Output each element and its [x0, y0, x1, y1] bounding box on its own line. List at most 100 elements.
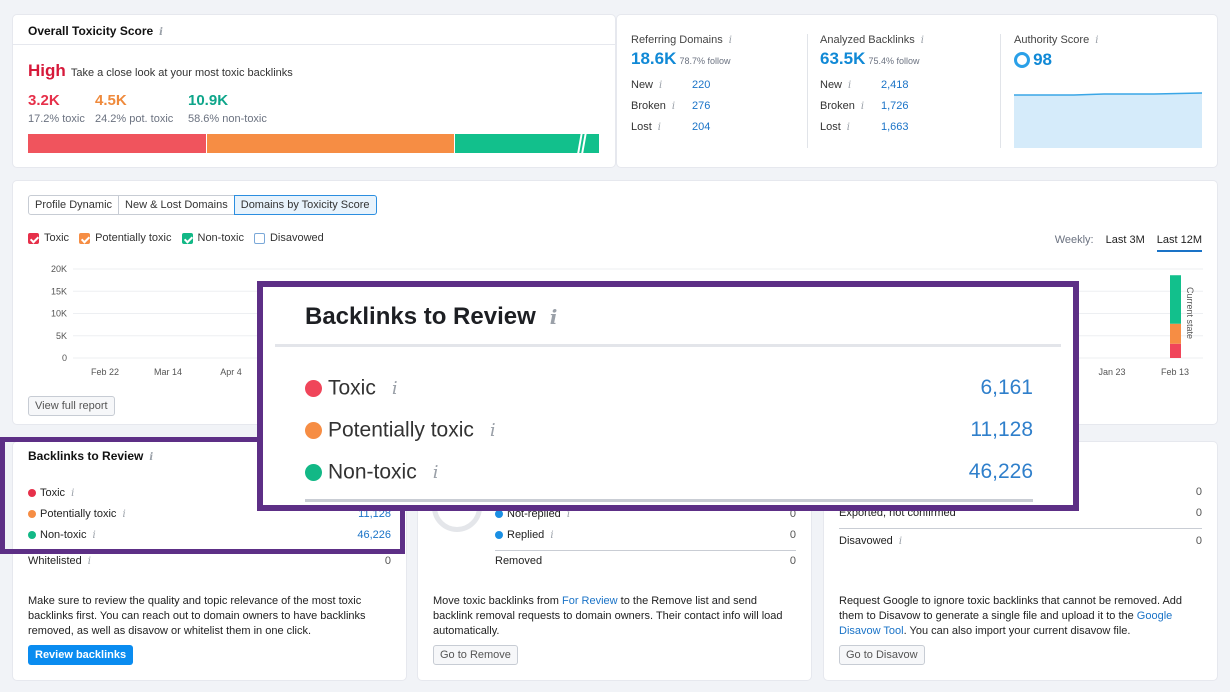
toxicity-card: Overall Toxicity Score i High Take a clos… — [13, 15, 615, 167]
y-tick-label: 15K — [51, 286, 67, 296]
view-full-report-button[interactable]: View full report — [28, 396, 115, 416]
checkbox-icon[interactable] — [79, 232, 91, 244]
checkbox-icon[interactable] — [28, 232, 39, 244]
tab-new-lost-domains[interactable]: New & Lost Domains — [118, 195, 235, 215]
status-dot — [495, 510, 503, 519]
info-icon[interactable]: i — [659, 80, 662, 91]
info-icon[interactable]: i — [921, 35, 924, 46]
current-state-label: Current state — [1185, 287, 1195, 339]
disavow-description: Request Google to ignore toxic backlinks… — [839, 595, 1183, 637]
referring-lost-row: Lost i 204 — [631, 121, 711, 133]
x-tick-label: Feb 22 — [91, 367, 119, 377]
y-tick-label: 5K — [56, 331, 67, 341]
info-icon[interactable]: i — [550, 305, 558, 329]
current-state-bar-potentially-toxic[interactable] — [1170, 323, 1181, 344]
authority-trend-chart — [1014, 92, 1202, 148]
toxicity-bar-toxic — [28, 134, 206, 153]
analyzed-new-value[interactable]: 2,418 — [881, 79, 909, 91]
chart-legend: Toxic Potentially toxic Non-toxic Disavowed — [28, 232, 324, 244]
info-icon[interactable]: i — [1095, 35, 1098, 46]
x-tick-label: Jan 23 — [1098, 367, 1125, 377]
whitelisted-row: Whitelisted i 0 — [28, 555, 391, 567]
toxicity-title: Overall Toxicity Score i — [28, 24, 163, 38]
go-to-remove-button[interactable]: Go to Remove — [433, 645, 518, 665]
metrics-card: Referring Domains i 18.6K 78.7% follow Ne… — [617, 15, 1217, 167]
info-icon[interactable]: i — [490, 420, 496, 441]
zoom-callout: Backlinks to Review i Toxic i 6,161 Potentia… — [257, 281, 1079, 511]
toxicity-bar — [28, 134, 599, 153]
analyzed-backlinks-value[interactable]: 63.5K — [820, 49, 865, 68]
zoom-row-non-toxic: Non-toxic i 46,226 — [305, 460, 1033, 484]
removed-row: Removed 0 — [495, 555, 796, 567]
info-icon[interactable]: i — [848, 80, 851, 91]
legend-disavowed[interactable]: Disavowed — [253, 232, 324, 244]
current-state-bar-toxic[interactable] — [1170, 343, 1181, 358]
go-to-disavow-button[interactable]: Go to Disavow — [839, 645, 925, 665]
info-icon[interactable]: i — [88, 556, 91, 567]
analyzed-lost-row: Lost i 1,663 — [820, 121, 909, 133]
review-description: Make sure to review the quality and topi… — [28, 595, 366, 637]
authority-score-value: 98 — [1033, 50, 1052, 69]
x-tick-label: Apr 4 — [220, 367, 242, 377]
current-state-bar-non-toxic[interactable] — [1170, 275, 1181, 324]
status-dot — [495, 531, 503, 540]
toxicity-description: Take a close look at your most toxic bac… — [70, 67, 293, 79]
info-icon[interactable]: i — [550, 530, 553, 541]
authority-score: Authority Score i 98 — [1014, 34, 1204, 148]
period-selector: Weekly: Last 3M Last 12M — [1055, 234, 1202, 252]
info-icon[interactable]: i — [899, 536, 902, 547]
legend-potentially-toxic[interactable]: Potentially toxic — [79, 232, 172, 244]
y-tick-label: 10K — [51, 309, 67, 319]
info-icon[interactable]: i — [392, 378, 398, 399]
zoom-row-toxic: Toxic i 6,161 — [305, 376, 1033, 400]
tab-bar: Profile Dynamic New & Lost Domains Domains… — [28, 195, 377, 215]
analyzed-backlinks: Analyzed Backlinks i 63.5K 75.4% follow N… — [820, 34, 995, 133]
info-icon[interactable]: i — [847, 122, 850, 133]
analyzed-lost-value[interactable]: 1,663 — [881, 121, 909, 133]
referring-new-value[interactable]: 220 — [692, 79, 710, 91]
info-icon[interactable]: i — [672, 101, 675, 112]
status-dot — [305, 421, 322, 439]
info-icon[interactable]: i — [658, 122, 661, 133]
toxic-stat: 3.2K 17.2% toxic — [28, 92, 85, 125]
legend-toxic[interactable]: Toxic — [28, 232, 69, 244]
zoom-title: Backlinks to Review i — [305, 303, 558, 330]
tab-domains-by-toxicity-score[interactable]: Domains by Toxicity Score — [233, 195, 377, 215]
toxicity-level: High — [28, 61, 66, 80]
x-tick-label: Feb 13 — [1161, 367, 1189, 377]
period-last-3m[interactable]: Last 3M — [1106, 234, 1145, 252]
analyzed-broken-row: Broken i 1,726 — [820, 100, 909, 112]
for-review-link[interactable]: For Review — [562, 595, 618, 607]
remove-description: Move toxic backlinks from For Review to … — [433, 595, 783, 637]
disavowed-row: Disavowed i 0 — [839, 535, 1202, 547]
referring-new-row: New i 220 — [631, 79, 711, 91]
info-icon[interactable]: i — [159, 27, 163, 38]
toxicity-bar-potentially-toxic — [205, 134, 455, 153]
zoom-row-potentially-toxic: Potentially toxic i 11,128 — [305, 418, 1033, 442]
legend-non-toxic[interactable]: Non-toxic — [181, 232, 244, 244]
x-tick-label: Mar 14 — [154, 367, 182, 377]
non-toxic-stat: 10.9K 58.6% non-toxic — [188, 92, 267, 125]
referring-lost-value[interactable]: 204 — [692, 121, 710, 133]
analyzed-new-row: New i 2,418 — [820, 79, 909, 91]
info-icon[interactable]: i — [861, 101, 864, 112]
y-tick-label: 20K — [51, 264, 67, 274]
referring-broken-row: Broken i 276 — [631, 100, 711, 112]
referring-domains-value[interactable]: 18.6K — [631, 49, 676, 68]
period-last-12m[interactable]: Last 12M — [1156, 234, 1202, 252]
potentially-toxic-stat: 4.5K 24.2% pot. toxic — [95, 92, 174, 125]
referring-domains: Referring Domains i 18.6K 78.7% follow Ne… — [631, 34, 806, 133]
status-dot — [305, 379, 322, 397]
authority-ring-icon — [1014, 52, 1030, 68]
analyzed-broken-value[interactable]: 1,726 — [881, 100, 909, 112]
checkbox-icon[interactable] — [253, 232, 265, 244]
review-backlinks-button[interactable]: Review backlinks — [28, 645, 134, 665]
referring-broken-value[interactable]: 276 — [692, 100, 710, 112]
y-tick-label: 0 — [62, 353, 67, 363]
checkbox-icon[interactable] — [181, 232, 193, 244]
info-icon[interactable]: i — [729, 35, 732, 46]
info-icon[interactable]: i — [433, 462, 439, 483]
tab-profile-dynamic[interactable]: Profile Dynamic — [28, 195, 120, 215]
status-dot — [305, 463, 322, 481]
remove-row-replied: Replied i 0 — [495, 529, 796, 541]
